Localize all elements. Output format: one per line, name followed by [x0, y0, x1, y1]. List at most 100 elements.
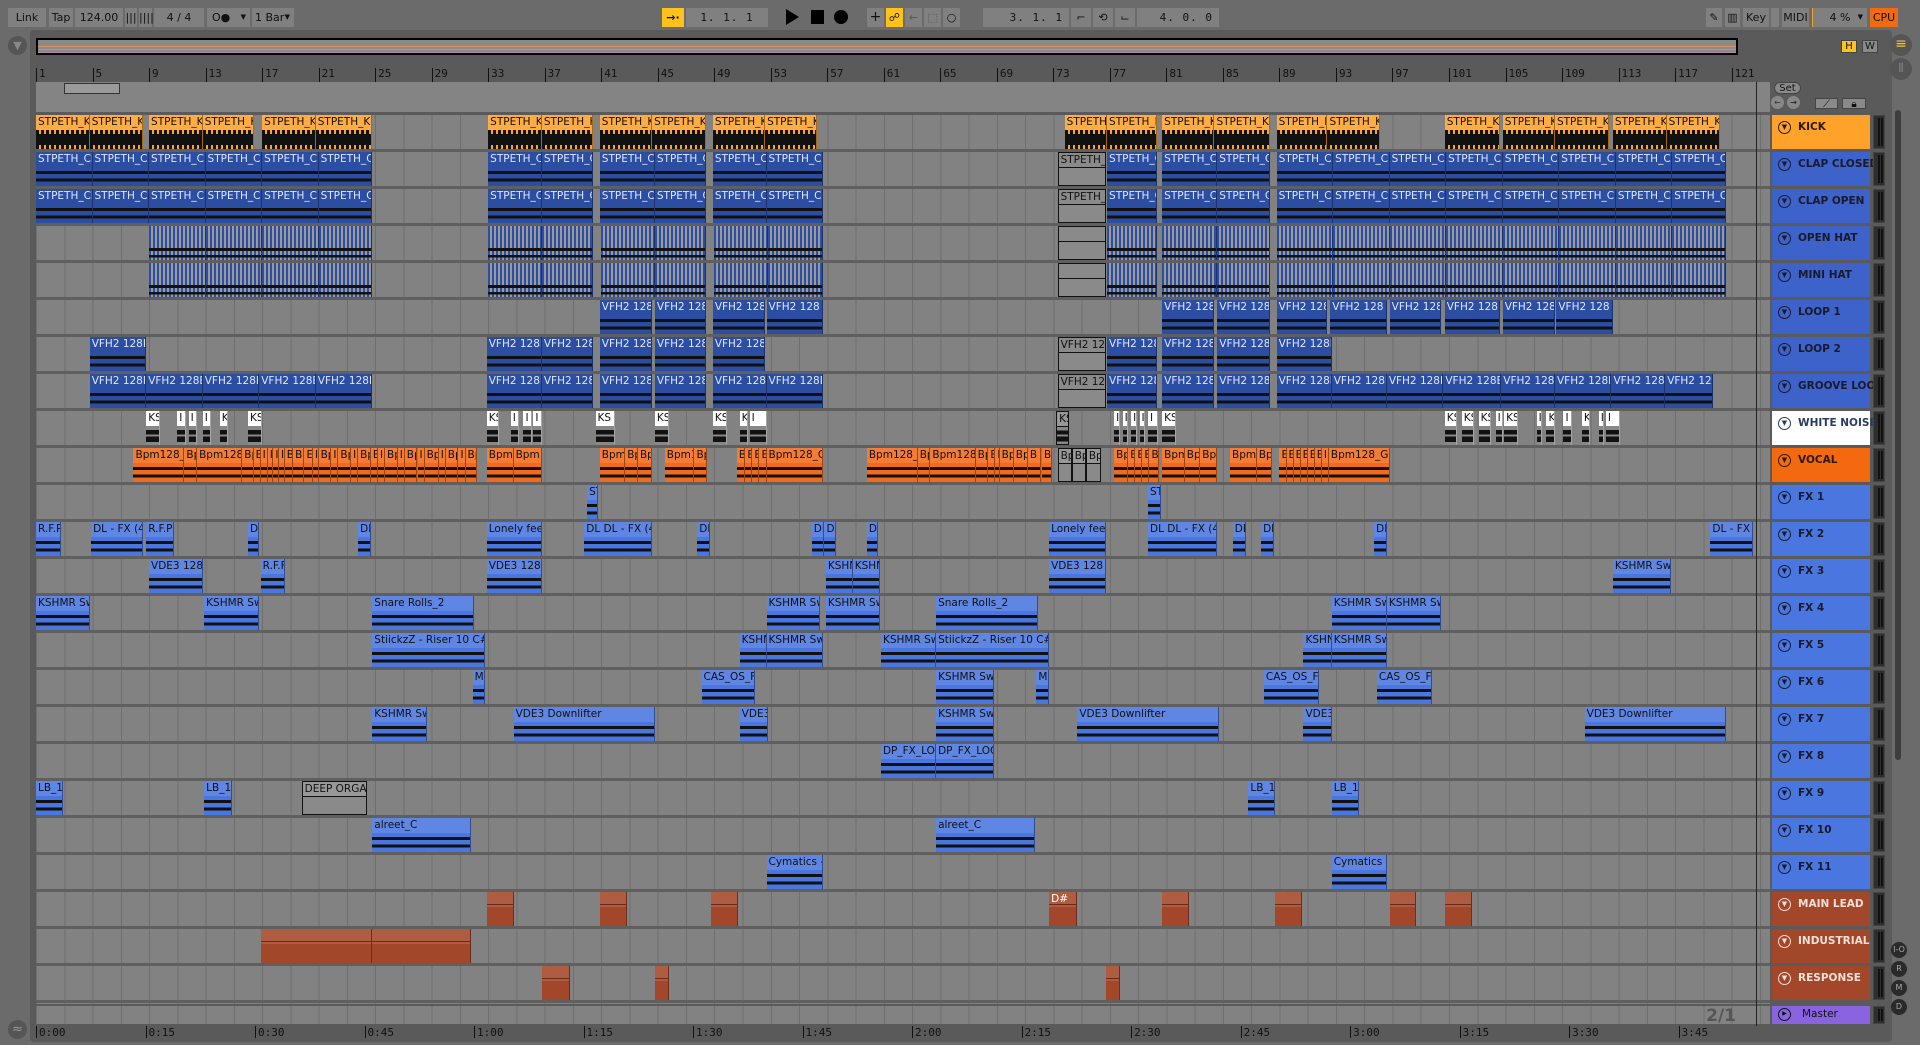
track-lane[interactable]: STPETH_Cl STPETH_Cl STPETH_Cl STPETH_Cl STPE… [36, 189, 1770, 226]
clip[interactable]: STPETH_Cl [318, 152, 373, 186]
clip[interactable]: Bpm128_G [1328, 448, 1390, 482]
deactivated-clip[interactable] [1057, 226, 1106, 260]
clip[interactable]: KS [1478, 411, 1492, 445]
clip[interactable]: STPETH_Ki [1162, 115, 1215, 149]
clip[interactable]: KSHMR Swe [766, 596, 821, 630]
fold-triangle-icon[interactable]: ▼ [1778, 528, 1791, 541]
clip[interactable] [1672, 226, 1726, 260]
clip[interactable]: Lonely feeli [486, 522, 542, 556]
clip[interactable]: I [1131, 411, 1137, 445]
clip[interactable]: LB_1: [204, 781, 233, 815]
clip[interactable]: Bp [318, 448, 332, 482]
deactivated-clip[interactable]: Bp [1071, 448, 1086, 482]
fold-triangle-icon[interactable]: ▼ [1778, 158, 1791, 171]
clip[interactable]: VFH2 128Bl [315, 374, 373, 408]
clip[interactable]: STPETH_Cl [1162, 152, 1218, 186]
deactivated-clip[interactable]: VFH2 128 Deactiva [1057, 374, 1106, 408]
clip[interactable] [1105, 966, 1120, 1000]
clip[interactable]: E [745, 448, 753, 482]
clip[interactable]: DL [247, 522, 260, 556]
clip[interactable] [1162, 226, 1218, 260]
clip[interactable]: STPETH_Cl [712, 189, 767, 223]
fold-triangle-icon[interactable]: ▼ [1778, 195, 1791, 208]
clip[interactable]: ST [1148, 485, 1161, 519]
clip[interactable]: Bp [637, 448, 653, 482]
clip[interactable] [1217, 263, 1270, 297]
clip[interactable]: Bpm128 [197, 448, 243, 482]
clip[interactable]: STPETH_Cl [149, 152, 206, 186]
fold-triangle-icon[interactable]: ▼ [1778, 898, 1791, 911]
clip[interactable]: DL [697, 522, 710, 556]
clip[interactable]: VDE3 128 B [486, 559, 542, 593]
deactivated-clip[interactable]: Bp [1057, 448, 1072, 482]
clip[interactable]: STPETH_Ki [1666, 115, 1721, 149]
track-header-response[interactable]: ▼ RESPONSE [1772, 966, 1870, 1000]
clip[interactable]: R.F.P [36, 522, 62, 556]
track-header-fx-6[interactable]: ▼ FX 6 [1772, 670, 1870, 704]
next-locator-button[interactable]: → [1787, 96, 1800, 109]
clip[interactable]: STPETH_Cl [712, 152, 767, 186]
clip[interactable]: VFH2 128Bl [1386, 374, 1444, 408]
link-button[interactable]: Link [8, 8, 46, 27]
clip[interactable] [767, 263, 824, 297]
clip[interactable]: Bpm128_G [766, 448, 824, 482]
clip[interactable] [260, 929, 373, 963]
fold-triangle-icon[interactable]: ▼ [1778, 491, 1791, 504]
follow-button[interactable]: →· [662, 8, 684, 27]
clip[interactable]: KSHMR Swe [880, 633, 937, 667]
clip[interactable]: E [759, 448, 767, 482]
clip[interactable] [1107, 263, 1157, 297]
deactivated-clip[interactable]: STPETH_( Deactiva [1057, 152, 1106, 186]
clip[interactable]: STPETH_Cl [1162, 189, 1218, 223]
stop-button[interactable] [811, 10, 824, 24]
nudge-down-button[interactable]: ||| [125, 8, 137, 27]
fold-triangle-icon[interactable]: ▼ [1778, 306, 1791, 319]
overdub-button[interactable]: + [867, 8, 884, 27]
clip[interactable] [1162, 892, 1189, 926]
back-to-arrangement-button[interactable]: ← [905, 8, 922, 27]
clip[interactable]: I [177, 411, 186, 445]
clip[interactable]: KS [739, 411, 749, 445]
clip[interactable]: Bpm [1162, 448, 1185, 482]
clip[interactable]: KSHMR Swe [36, 596, 90, 630]
clip[interactable]: STPETH_Cl [92, 152, 150, 186]
clip[interactable]: I [749, 411, 767, 445]
clip[interactable]: DL [358, 522, 371, 556]
clip[interactable] [488, 263, 542, 297]
clip[interactable]: I [260, 448, 268, 482]
clip[interactable]: VFH2 128Bl [712, 337, 766, 371]
clip[interactable]: Bp [465, 448, 477, 482]
clip[interactable]: STPETH_Cl [149, 189, 206, 223]
clip[interactable]: Bpm128_G [866, 448, 918, 482]
clip[interactable]: E [1286, 448, 1294, 482]
clip[interactable]: Cymatics - [1331, 855, 1387, 889]
clip[interactable]: STPETH_Cl [1672, 152, 1726, 186]
clip[interactable]: STPETH_Cl [541, 152, 593, 186]
clip[interactable] [372, 929, 472, 963]
clip[interactable] [1389, 226, 1447, 260]
deactivated-clip[interactable]: DEEP ORGAN ip Deactivate [301, 781, 367, 815]
clip[interactable]: STPETH_Cl [1502, 152, 1560, 186]
clip[interactable] [149, 263, 206, 297]
clip[interactable] [711, 892, 739, 926]
clip[interactable] [488, 226, 542, 260]
clip[interactable]: STPETH_Cl [1615, 189, 1673, 223]
clip[interactable]: VFH2 128 [1330, 300, 1387, 334]
clip[interactable] [1217, 226, 1270, 260]
clip[interactable]: VFH2 128 [1444, 300, 1500, 334]
clip[interactable]: I [377, 448, 385, 482]
clip[interactable]: KSHMR Swe [936, 670, 994, 704]
clip[interactable] [205, 226, 263, 260]
key-map-button[interactable]: Key [1743, 8, 1769, 27]
clip[interactable]: DL [1232, 522, 1246, 556]
clip[interactable]: KS [1162, 411, 1177, 445]
clip[interactable]: STPETH_Cl [1502, 189, 1560, 223]
optimize-height-button[interactable]: H [1841, 40, 1857, 53]
loop-brace[interactable] [64, 83, 120, 94]
track-header-industrial[interactable]: ▼ INDUSTRIAL [1772, 929, 1870, 963]
track-lane[interactable]: VFH2 128 VFH2 128 VFH2 128 VFH2 128 VFH2 128… [36, 300, 1770, 337]
clip[interactable] [318, 263, 373, 297]
track-lane[interactable]: Mc CAS_OS_Fx KSHMR Swe Mc CAS_OS_Fx CAS_OS_F [36, 670, 1770, 707]
groove-pool-button[interactable]: ≈ [8, 1020, 27, 1039]
clip[interactable]: E [1314, 448, 1322, 482]
